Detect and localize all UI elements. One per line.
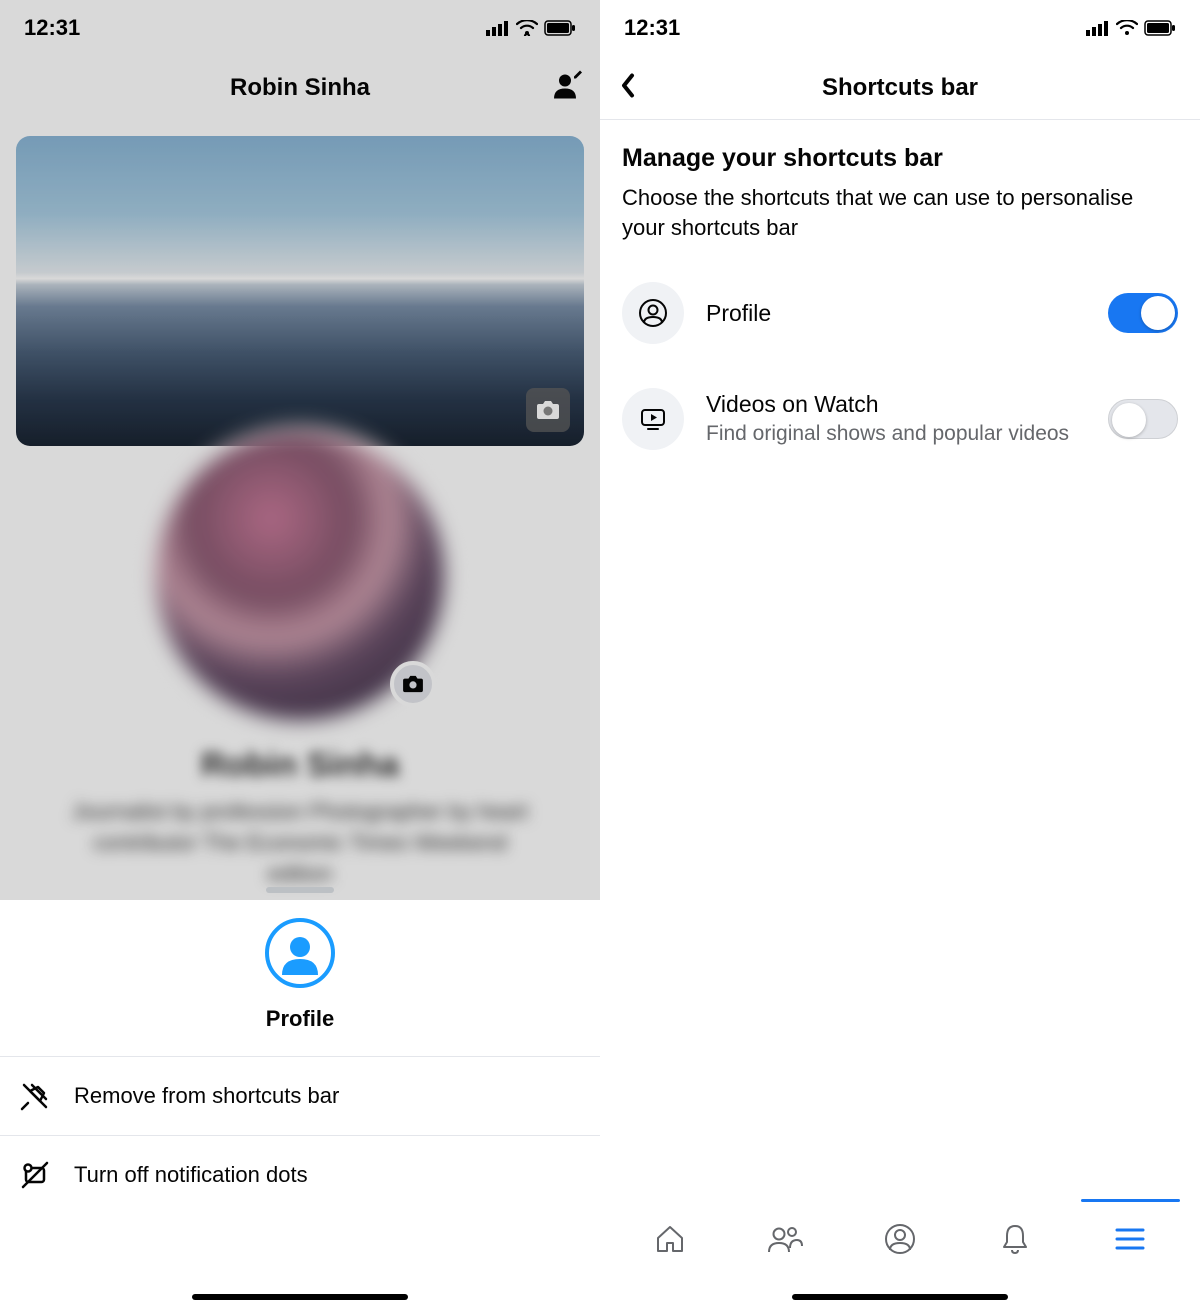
setting-row-profile[interactable]: Profile xyxy=(622,260,1178,366)
page-title: Shortcuts bar xyxy=(822,74,978,102)
bell-icon xyxy=(1000,1222,1030,1256)
signal-icon xyxy=(1086,20,1110,36)
tab-notifications[interactable] xyxy=(958,1204,1073,1274)
screen-profile: 12:31 Robin Sinha Robin Sinha Journalist… xyxy=(0,0,600,1314)
settings-body: Manage your shortcuts bar Choose the sho… xyxy=(600,120,1200,472)
person-circle-icon xyxy=(883,1222,917,1256)
status-time: 12:31 xyxy=(624,15,680,41)
friends-icon xyxy=(766,1224,804,1254)
profile-shortcut-icon xyxy=(265,918,335,988)
chevron-left-icon xyxy=(618,71,638,99)
remove-shortcut-label: Remove from shortcuts bar xyxy=(74,1083,339,1109)
setting-title: Videos on Watch xyxy=(706,391,1086,418)
setting-description: Find original shows and popular videos xyxy=(706,420,1086,447)
sheet-handle[interactable] xyxy=(266,887,334,893)
sheet-header: Profile xyxy=(0,900,600,1057)
toggle-videos[interactable] xyxy=(1108,399,1178,439)
section-description: Choose the shortcuts that we can use to … xyxy=(622,183,1178,242)
screen-shortcuts-settings: 12:31 Shortcuts bar Manage your shortcut… xyxy=(600,0,1200,1314)
wifi-icon xyxy=(1116,20,1138,36)
sheet-title: Profile xyxy=(266,1006,334,1032)
tab-profile[interactable] xyxy=(842,1204,957,1274)
remove-shortcut-row[interactable]: Remove from shortcuts bar xyxy=(0,1057,600,1136)
back-button[interactable] xyxy=(618,71,638,104)
setting-row-videos[interactable]: Videos on Watch Find original shows and … xyxy=(622,366,1178,472)
status-bar: 12:31 xyxy=(600,0,1200,56)
home-icon xyxy=(653,1222,687,1256)
section-heading: Manage your shortcuts bar xyxy=(622,144,1178,173)
menu-icon xyxy=(1115,1227,1145,1251)
profile-icon-circle xyxy=(622,282,684,344)
watch-icon xyxy=(637,403,669,435)
home-indicator[interactable] xyxy=(792,1294,1008,1300)
person-icon xyxy=(637,297,669,329)
battery-icon xyxy=(1144,20,1176,36)
notification-dots-label: Turn off notification dots xyxy=(74,1162,308,1188)
setting-title: Profile xyxy=(706,300,1086,327)
tab-friends[interactable] xyxy=(727,1204,842,1274)
person-circle-icon xyxy=(276,929,324,977)
home-indicator[interactable] xyxy=(192,1294,408,1300)
watch-icon-circle xyxy=(622,388,684,450)
status-icons xyxy=(1086,20,1176,36)
bottom-sheet: Profile Remove from shortcuts bar Turn o… xyxy=(0,900,600,1314)
tab-home[interactable] xyxy=(612,1204,727,1274)
tab-menu[interactable] xyxy=(1073,1204,1188,1274)
notification-off-icon xyxy=(18,1158,52,1192)
bottom-tabbar xyxy=(600,1204,1200,1274)
settings-header: Shortcuts bar xyxy=(600,56,1200,120)
notification-dots-row[interactable]: Turn off notification dots xyxy=(0,1136,600,1214)
toggle-profile[interactable] xyxy=(1108,293,1178,333)
unpin-icon xyxy=(18,1079,52,1113)
